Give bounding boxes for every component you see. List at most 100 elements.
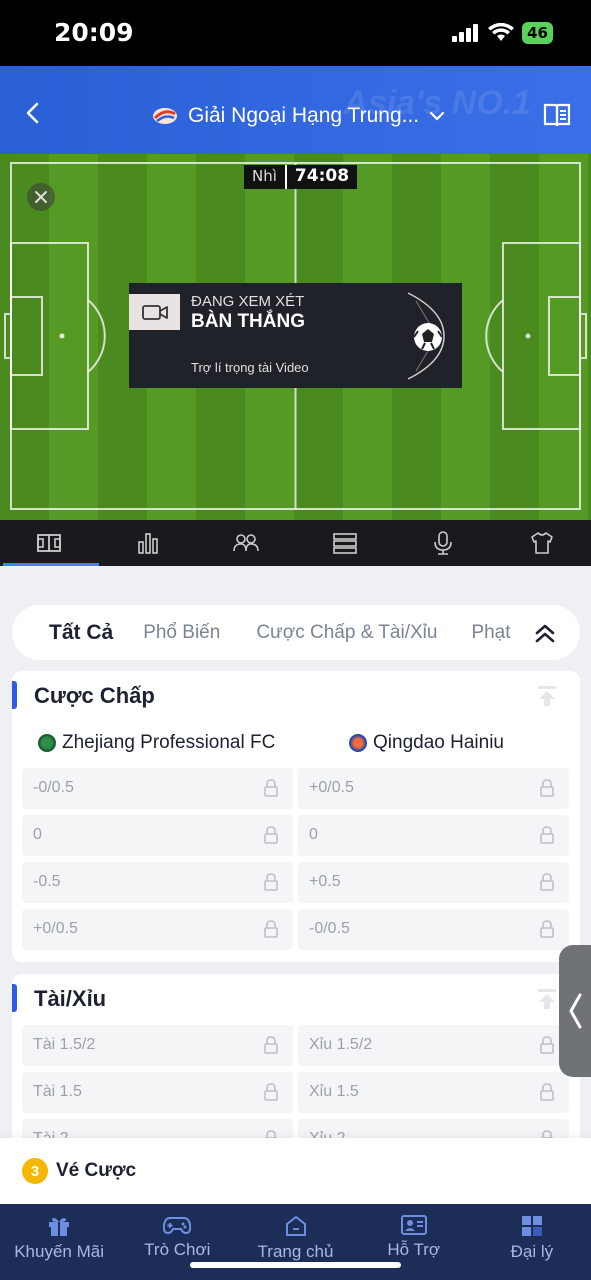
- lock-icon: [540, 920, 554, 938]
- nav-promotions[interactable]: Khuyến Mãi: [0, 1204, 118, 1280]
- nav-label: Trang chủ: [257, 1242, 334, 1261]
- odds-cell[interactable]: +0.5: [298, 862, 569, 903]
- home-team: Zhejiang Professional FC: [38, 732, 275, 754]
- var-review-card: ĐANG XEM XÉT BÀN THẮNG Trợ lí trọng tài …: [129, 283, 462, 388]
- wifi-icon: [488, 23, 515, 41]
- goal-ball-icon: [407, 292, 445, 380]
- home-icon: [285, 1216, 306, 1236]
- lock-icon: [264, 1083, 278, 1101]
- top-nav: Asia's NO.1 Giải Ngoại Hạng Trung...: [0, 66, 591, 154]
- overunder-section: Tài/Xỉu Tài 1.5/2 Xỉu 1.5/2 Tài 1.5 Xỉu …: [12, 974, 580, 1160]
- tab-commentary[interactable]: [394, 520, 493, 566]
- odds-cell[interactable]: 0: [22, 815, 293, 856]
- side-drawer-handle[interactable]: [559, 945, 591, 1077]
- signal-icon: [452, 24, 479, 42]
- filter-all[interactable]: Tất Cả: [49, 621, 113, 645]
- odds-value: 0: [309, 826, 318, 843]
- agent-grid-icon: [521, 1216, 542, 1236]
- gift-icon: [49, 1218, 70, 1236]
- status-time: 20:09: [54, 18, 134, 47]
- pin-top-icon[interactable]: [536, 685, 558, 707]
- pitch-icon: [37, 534, 62, 552]
- tab-lineup[interactable]: [197, 520, 296, 566]
- bottom-nav: Khuyến Mãi Trò Chơi Trang chủ Hỗ Trợ Đại…: [0, 1204, 591, 1280]
- handicap-title: Cược Chấp: [34, 683, 155, 708]
- battery-indicator: 46: [522, 22, 553, 44]
- betslip-count-badge: 3: [22, 1158, 48, 1184]
- nav-label: Hỗ Trợ: [387, 1240, 441, 1259]
- section-accent: [12, 984, 17, 1012]
- lock-icon: [540, 873, 554, 891]
- odds-value: Xỉu 1.5: [309, 1083, 359, 1100]
- nav-home[interactable]: Trang chủ: [236, 1204, 354, 1280]
- var-camera-box: [129, 294, 180, 330]
- rules-book-icon[interactable]: [543, 102, 571, 128]
- odds-value: 0: [33, 826, 42, 843]
- nav-label: Khuyến Mãi: [14, 1242, 104, 1261]
- microphone-icon: [434, 531, 453, 555]
- pin-top-icon[interactable]: [536, 988, 558, 1010]
- away-team: Qingdao Hainiu: [349, 732, 504, 754]
- tab-pitch[interactable]: [0, 520, 99, 566]
- odds-value: Tài 1.5: [33, 1083, 82, 1100]
- odds-value: -0.5: [33, 873, 61, 890]
- tab-jersey[interactable]: [493, 520, 591, 566]
- list-icon: [332, 533, 357, 554]
- lineup-icon: [233, 534, 260, 552]
- nav-games[interactable]: Trò Chơi: [118, 1204, 236, 1280]
- lock-icon: [264, 779, 278, 797]
- odds-value: Xỉu 1.5/2: [309, 1036, 373, 1053]
- chevron-down-icon: [430, 111, 445, 121]
- home-indicator[interactable]: [190, 1262, 401, 1268]
- nav-agent[interactable]: Đại lý: [473, 1204, 591, 1280]
- lock-icon: [264, 920, 278, 938]
- lock-icon: [264, 826, 278, 844]
- odds-cell[interactable]: 0: [298, 815, 569, 856]
- filter-popular[interactable]: Phổ Biến: [143, 622, 220, 644]
- odds-value: -0/0.5: [309, 920, 350, 937]
- odds-value: Tài 1.5/2: [33, 1036, 96, 1053]
- odds-value: +0.5: [309, 873, 341, 890]
- lock-icon: [540, 826, 554, 844]
- close-icon: [35, 191, 47, 203]
- match-tool-tabs: [0, 520, 591, 566]
- lock-icon: [264, 1036, 278, 1054]
- back-icon[interactable]: [22, 102, 44, 124]
- betslip-bar[interactable]: 3 Vé Cược: [0, 1138, 591, 1204]
- odds-value: +0/0.5: [33, 920, 78, 937]
- odds-cell[interactable]: -0/0.5: [298, 909, 569, 950]
- odds-cell[interactable]: +0/0.5: [22, 909, 293, 950]
- odds-cell[interactable]: -0/0.5: [22, 768, 293, 809]
- match-timer: Nhì 74:08: [244, 165, 358, 189]
- nav-label: Đại lý: [510, 1242, 554, 1261]
- support-icon: [400, 1215, 427, 1235]
- odds-cell[interactable]: Tài 1.5: [22, 1072, 293, 1113]
- double-chevron-up-icon[interactable]: [534, 622, 556, 644]
- odds-cell[interactable]: Xỉu 1.5/2: [298, 1025, 569, 1066]
- betslip-label: Vé Cược: [56, 1160, 137, 1181]
- handicap-section: Cược Chấp Zhejiang Professional FC Qingd…: [12, 671, 580, 962]
- away-team-badge-icon: [349, 734, 367, 752]
- filter-penalty[interactable]: Phạt: [471, 622, 510, 644]
- filter-handicap-ou[interactable]: Cược Chấp & Tài/Xỉu: [256, 622, 437, 644]
- status-bar: 20:09 46: [0, 0, 591, 66]
- home-team-name: Zhejiang Professional FC: [62, 732, 276, 753]
- var-title: BÀN THẮNG: [191, 311, 305, 332]
- stats-icon: [137, 533, 158, 554]
- tab-list[interactable]: [296, 520, 395, 566]
- var-status: ĐANG XEM XÉT: [191, 293, 305, 310]
- odds-value: +0/0.5: [309, 779, 354, 796]
- odds-cell[interactable]: Xỉu 1.5: [298, 1072, 569, 1113]
- odds-cell[interactable]: +0/0.5: [298, 768, 569, 809]
- tab-stats[interactable]: [99, 520, 198, 566]
- close-button[interactable]: [27, 183, 55, 211]
- lock-icon: [540, 779, 554, 797]
- nav-support[interactable]: Hỗ Trợ: [355, 1204, 473, 1280]
- chevron-left-icon: [569, 993, 582, 1029]
- odds-value: -0/0.5: [33, 779, 74, 796]
- league-logo-icon: [153, 108, 177, 124]
- odds-cell[interactable]: Tài 1.5/2: [22, 1025, 293, 1066]
- league-selector[interactable]: Giải Ngoại Hạng Trung...: [152, 104, 445, 128]
- home-team-badge-icon: [38, 734, 56, 752]
- odds-cell[interactable]: -0.5: [22, 862, 293, 903]
